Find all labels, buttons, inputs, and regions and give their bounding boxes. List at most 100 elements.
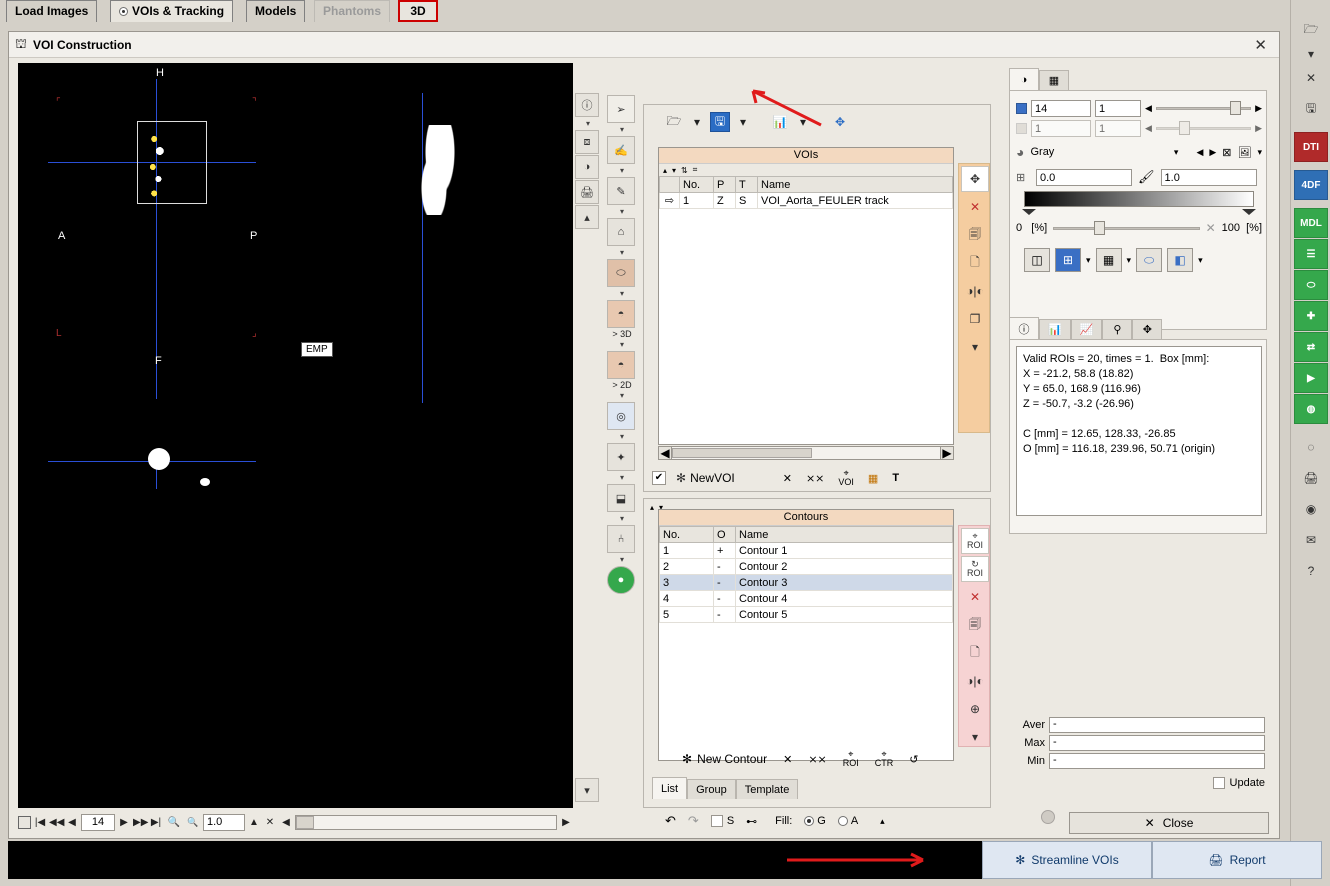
percent-slider[interactable] bbox=[1053, 221, 1200, 235]
blob-icon[interactable]: ⬭ bbox=[1294, 270, 1328, 300]
horizontal-scrollbar[interactable] bbox=[295, 814, 557, 830]
caret-down-icon-2[interactable]: ▾ bbox=[607, 165, 637, 176]
frame-slider[interactable] bbox=[1155, 101, 1252, 115]
4df-button[interactable]: 4DF bbox=[1294, 170, 1328, 200]
contours-list[interactable]: Contours No. O Name 1 + Contour 1 2 - Co… bbox=[658, 509, 954, 761]
delete-all-icon[interactable]: ⨯⨯ bbox=[806, 472, 824, 485]
caret-down-icon-1[interactable]: ▾ bbox=[607, 124, 637, 135]
sphere-icon[interactable]: ◍ bbox=[1294, 394, 1328, 424]
stack-icon[interactable]: ☰ bbox=[1294, 239, 1328, 269]
camera-icon[interactable]: 🖼 bbox=[1238, 146, 1252, 159]
tab-info[interactable]: ⓘ bbox=[1009, 317, 1039, 339]
move-voi-icon[interactable]: ✥ bbox=[961, 166, 989, 192]
delete-x-icon[interactable]: ✕ bbox=[783, 753, 792, 766]
info-icon[interactable]: ⓘ bbox=[575, 93, 599, 117]
radio-fill-a[interactable]: A bbox=[837, 815, 858, 827]
frame2-input[interactable]: 1 bbox=[1031, 119, 1091, 137]
last-frame-icon[interactable]: ▶| bbox=[149, 817, 163, 828]
list-item[interactable]: 1 + Contour 1 bbox=[659, 542, 953, 559]
tab-curve[interactable]: 📈 bbox=[1070, 319, 1103, 339]
mdl-button[interactable]: MDL bbox=[1294, 208, 1328, 238]
copy-icon[interactable]: 🗐 bbox=[961, 612, 989, 638]
layout-4-icon[interactable]: ⊞ bbox=[1055, 248, 1081, 272]
frame-input-2[interactable]: 1 bbox=[1095, 99, 1141, 117]
tab-group[interactable]: Group bbox=[687, 779, 736, 799]
tab-settings[interactable]: ✥ bbox=[1132, 319, 1163, 339]
tab-3d[interactable]: 3D bbox=[398, 0, 438, 22]
caret-down-icon[interactable]: ▾ bbox=[575, 118, 601, 129]
caret-down-icon-3[interactable]: ▾ bbox=[1198, 255, 1203, 266]
compare-icon[interactable]: ⇄ bbox=[1294, 332, 1328, 362]
new-voi-button[interactable]: ✻ NewVOI bbox=[676, 471, 735, 485]
new-contour-button[interactable]: ✻ New Contour bbox=[682, 752, 767, 766]
caret-down-icon-4[interactable]: ▾ bbox=[607, 247, 637, 258]
settings-gear-icon[interactable]: ✥ bbox=[830, 112, 850, 132]
plus-icon[interactable]: ✚ bbox=[1294, 301, 1328, 331]
close-x-icon[interactable]: ✕ bbox=[1294, 63, 1328, 93]
caret-down-icon[interactable]: ▾ bbox=[1086, 255, 1091, 266]
caret-down-icon-2[interactable]: ▾ bbox=[1257, 147, 1262, 158]
tab-models[interactable]: Models bbox=[246, 0, 306, 22]
caret-down-icon-10[interactable]: ▾ bbox=[607, 513, 637, 524]
delete-x-icon[interactable]: ✕ bbox=[783, 472, 792, 485]
table-row[interactable]: ⇨ 1 Z S VOI_Aorta_FEULER track bbox=[659, 192, 953, 209]
next-icon[interactable]: ▶ bbox=[1209, 147, 1216, 158]
update-row[interactable]: Update bbox=[1017, 773, 1265, 793]
caret-up-icon[interactable]: ▴ bbox=[650, 503, 654, 512]
list-item[interactable]: 2 - Contour 2 bbox=[659, 558, 953, 575]
scroll-up-icon[interactable]: ▴ bbox=[575, 205, 599, 229]
s-checkbox[interactable]: S bbox=[710, 815, 734, 827]
first-frame-icon[interactable]: |◀ bbox=[33, 817, 47, 828]
scroll-down-icon[interactable]: ▾ bbox=[575, 778, 599, 802]
list-item[interactable]: 4 - Contour 4 bbox=[659, 590, 953, 607]
printer-icon[interactable]: 🖨 bbox=[575, 180, 599, 204]
frame2-input-2[interactable]: 1 bbox=[1095, 119, 1141, 137]
undo-icon[interactable]: ↶ bbox=[665, 813, 676, 829]
dti-button[interactable]: DTI bbox=[1294, 132, 1328, 162]
save-icon[interactable]: 🖫 bbox=[710, 112, 730, 132]
vois-list-scrollbar[interactable]: ◀ ▶ bbox=[658, 446, 954, 460]
streamline-vois-button[interactable]: ✻ Streamline VOIs bbox=[982, 841, 1152, 879]
paint-3d-icon[interactable]: ◓ bbox=[607, 300, 635, 328]
min-value-input[interactable]: 0.0 bbox=[1036, 168, 1132, 186]
report-button[interactable]: 🖨 Report bbox=[1152, 841, 1322, 879]
square-icon[interactable] bbox=[18, 815, 31, 829]
roi-rotate-icon[interactable]: ↻ ROI bbox=[961, 556, 989, 582]
radio-fill-g[interactable]: G bbox=[804, 815, 826, 827]
caret-down-icon[interactable]: ▾ bbox=[1174, 147, 1179, 158]
voi-icon[interactable]: ⌖ VOI bbox=[838, 469, 854, 487]
tab-list[interactable]: List bbox=[652, 777, 688, 799]
zoom-out-icon[interactable]: 🔍 bbox=[185, 817, 201, 828]
caret-down-icon-6[interactable]: ▾ bbox=[607, 339, 637, 350]
slice-mode-icon[interactable]: ◫ bbox=[1024, 248, 1050, 272]
dropper-icon[interactable]: 🖌 bbox=[1138, 169, 1155, 185]
caret-down-icon[interactable]: ▾ bbox=[690, 112, 704, 132]
caret-up-icon[interactable]: ▴ bbox=[663, 166, 667, 175]
target-icon[interactable]: ◎ bbox=[607, 402, 635, 430]
open-icon[interactable]: 🗁 bbox=[1294, 15, 1328, 45]
delete-icon[interactable]: ✕ bbox=[961, 584, 989, 610]
mirror-icon[interactable]: ◑|◐ bbox=[961, 668, 989, 694]
tab-layout[interactable]: ▦ bbox=[1039, 70, 1069, 90]
fast-forward-icon[interactable]: ▶▶ bbox=[133, 817, 148, 828]
rewind-icon[interactable]: ◀◀ bbox=[49, 817, 64, 828]
next-icon[interactable]: ▶ bbox=[117, 817, 131, 828]
brush-hand-icon[interactable]: ✍ bbox=[607, 136, 635, 164]
record-icon[interactable]: ◉ bbox=[1294, 494, 1328, 524]
circle-arrow-icon[interactable]: ● bbox=[607, 566, 635, 594]
zoom-in-icon[interactable]: 🔍 bbox=[165, 817, 183, 828]
layers-icon[interactable]: ⧈ bbox=[575, 130, 599, 154]
slice-input[interactable]: 14 bbox=[81, 813, 115, 831]
caret-down-icon-9[interactable]: ▾ bbox=[607, 472, 637, 483]
zoom-input[interactable]: 1.0 bbox=[203, 813, 245, 831]
tab-template[interactable]: Template bbox=[735, 779, 799, 799]
paste-icon[interactable]: 🗋 bbox=[961, 250, 989, 276]
vois-list[interactable]: VOIs ▴ ▾ ⇅ ⌗ No. P T Name ⇨ 1 Z S VOI_Ao… bbox=[658, 147, 954, 445]
caret-down-icon[interactable]: ▾ bbox=[672, 166, 676, 175]
caret-down-icon-11[interactable]: ▾ bbox=[607, 554, 637, 565]
image-canvas[interactable]: H A P F ⌜ ⌝ L ⌟ EMP bbox=[18, 63, 573, 808]
grid-view-icon[interactable]: ▦ bbox=[1095, 248, 1122, 272]
list-item-selected[interactable]: 3 - Contour 3 bbox=[659, 574, 953, 591]
play-icon[interactable]: ▶ bbox=[1294, 363, 1328, 393]
paste-icon[interactable]: 🗋 bbox=[961, 640, 989, 666]
